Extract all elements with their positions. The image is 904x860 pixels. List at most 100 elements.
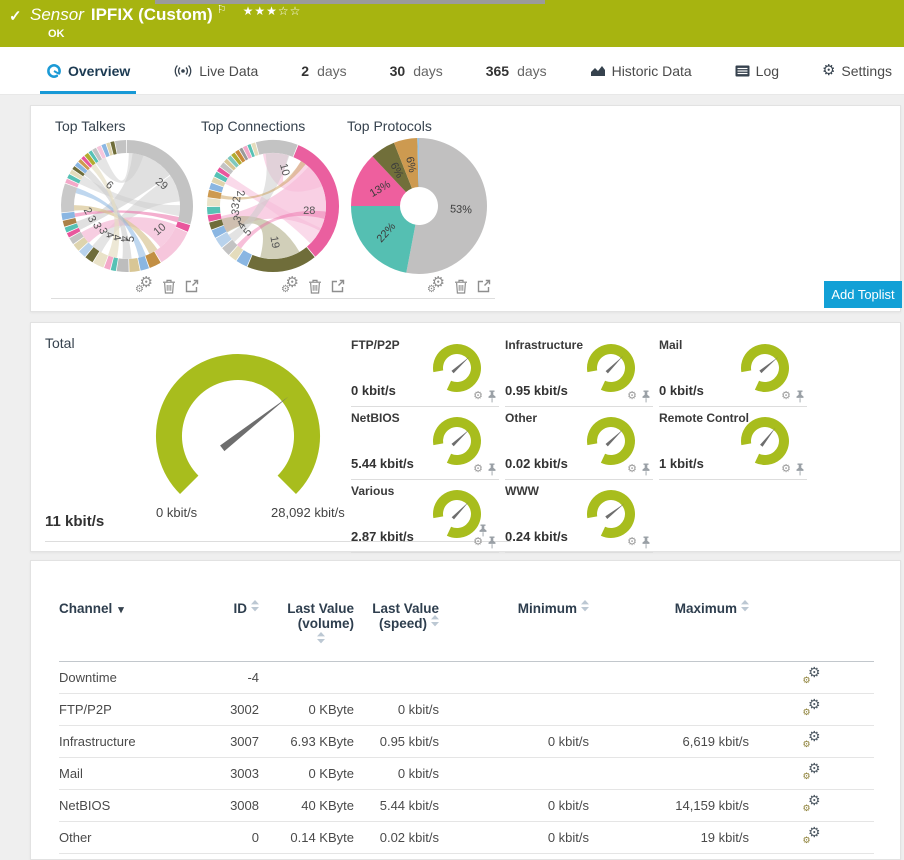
- gauge-settings-icon[interactable]: ⚙: [627, 391, 637, 402]
- channel-settings-icon[interactable]: ⚙ ⚙: [803, 761, 821, 781]
- cell-channel: Other: [59, 830, 92, 845]
- tab-log[interactable]: Log: [729, 47, 785, 94]
- toplist-settings-icon[interactable]: ⚙ ⚙: [427, 275, 445, 295]
- tab-365-days[interactable]: 365 days: [480, 47, 553, 94]
- cell-maximum: [589, 694, 749, 726]
- mini-gauge-value: 0.24 kbit/s: [505, 529, 568, 544]
- tab-label: Log: [755, 62, 780, 79]
- cell-last-value-speed: 0.02 kbit/s: [379, 830, 439, 845]
- toplist-chart[interactable]: 1028195433322: [203, 136, 343, 276]
- delete-toplist-button[interactable]: [308, 279, 322, 294]
- column-header-gear[interactable]: [749, 599, 874, 662]
- toplist-settings-icon[interactable]: ⚙ ⚙: [281, 275, 299, 295]
- column-header-last-value-speed-[interactable]: Last Value (speed): [354, 599, 439, 662]
- cell-last-value-speed: 0 kbit/s: [397, 702, 439, 717]
- channel-table-panel: Channel ▾ ID Last Value (volume) Last Value (s…: [30, 560, 901, 860]
- cell-channel: Infrastructure: [59, 734, 136, 749]
- tab-historic-data[interactable]: Historic Data: [584, 47, 698, 94]
- toplist-settings-icon[interactable]: ⚙ ⚙: [135, 275, 153, 295]
- pin-icon[interactable]: [487, 536, 497, 549]
- cell-id: 3007: [230, 734, 259, 749]
- mini-gauge-netbios: NetBIOS 5.44 kbit/s ⚙: [351, 408, 499, 480]
- cell-id: -4: [247, 670, 259, 685]
- pin-icon[interactable]: [641, 390, 651, 403]
- mini-gauge-chart: [741, 417, 789, 465]
- gauge-settings-icon[interactable]: ⚙: [473, 391, 483, 402]
- mini-gauge-remote-control: Remote Control 1 kbit/s ⚙: [659, 408, 807, 480]
- pin-icon[interactable]: [487, 463, 497, 476]
- column-header-id[interactable]: ID: [199, 599, 259, 662]
- pin-icon[interactable]: [487, 390, 497, 403]
- tab-label: Settings: [841, 62, 892, 79]
- mini-gauge-ftp-p2p: FTP/P2P 0 kbit/s ⚙: [351, 335, 499, 407]
- toplist-top-talkers: Top Talkers 29 10 6 2 3 3 3 4 4 4 5 ⚙ ⚙: [51, 114, 203, 299]
- channel-settings-icon[interactable]: ⚙ ⚙: [803, 793, 821, 813]
- mini-gauge-mail: Mail 0 kbit/s ⚙: [659, 335, 807, 407]
- gauges-panel: Total 0 kbit/s 28,092 kbit/s 11 kbit/s ⚙…: [30, 322, 901, 553]
- tab-label: days: [413, 62, 443, 79]
- gauge-settings-icon[interactable]: ⚙: [627, 537, 637, 548]
- delete-icon: [163, 279, 175, 294]
- sort-arrows-icon[interactable]: [581, 600, 589, 612]
- mini-gauge-chart: [741, 344, 789, 392]
- mini-gauge-value: 0.02 kbit/s: [505, 456, 568, 471]
- pin-icon: [642, 463, 650, 476]
- column-header-last-value-volume-[interactable]: Last Value (volume): [259, 599, 354, 662]
- total-gauge-max: 28,092 kbit/s: [271, 505, 345, 520]
- tab-overview[interactable]: Overview: [40, 47, 137, 94]
- cell-minimum: [439, 758, 589, 790]
- tab-label: Overview: [68, 62, 131, 79]
- toplist-chart[interactable]: 2910623334445: [57, 136, 197, 276]
- table-row: Other 0 0.14 KByte 0.02 kbit/s 0 kbit/s 19 kb…: [59, 822, 874, 854]
- log-icon: [735, 65, 750, 76]
- mini-gauge-title: NetBIOS: [351, 411, 400, 425]
- sort-arrows-icon[interactable]: [741, 600, 749, 612]
- gauge-settings-icon[interactable]: ⚙: [627, 464, 637, 475]
- pin-icon: [796, 463, 804, 476]
- column-label: ID: [233, 601, 248, 616]
- gauge-settings-icon[interactable]: ⚙: [781, 464, 791, 475]
- sort-arrows-icon[interactable]: [431, 615, 439, 627]
- cell-id: 3008: [230, 798, 259, 813]
- tab-settings[interactable]: ⚙ Settings: [816, 47, 898, 94]
- channel-settings-icon[interactable]: ⚙ ⚙: [803, 697, 821, 717]
- column-header-minimum[interactable]: Minimum: [439, 599, 589, 662]
- gauge-settings-icon[interactable]: ⚙: [473, 464, 483, 475]
- pin-icon[interactable]: [641, 463, 651, 476]
- cell-id: 3003: [230, 766, 259, 781]
- mini-gauge-value: 0.95 kbit/s: [505, 383, 568, 398]
- pin-icon[interactable]: [641, 536, 651, 549]
- column-label: Minimum: [517, 601, 577, 616]
- mini-gauge-chart: [587, 417, 635, 465]
- delete-toplist-button[interactable]: [454, 279, 468, 294]
- pin-icon[interactable]: [795, 390, 805, 403]
- delete-toplist-button[interactable]: [162, 279, 176, 294]
- priority-stars[interactable]: ★★★☆☆: [243, 4, 302, 18]
- channel-settings-icon[interactable]: ⚙ ⚙: [803, 729, 821, 749]
- pin-icon: [488, 390, 496, 403]
- flag-icon[interactable]: ⚐: [217, 3, 227, 16]
- sort-arrows-icon[interactable]: [251, 600, 259, 612]
- column-header-channel[interactable]: Channel ▾: [59, 599, 199, 662]
- status-badge: OK: [48, 28, 65, 40]
- tab-live-data[interactable]: Live Data: [167, 47, 264, 94]
- column-header-maximum[interactable]: Maximum: [589, 599, 749, 662]
- live-data-icon: [174, 64, 192, 77]
- cell-minimum: [439, 694, 589, 726]
- cell-last-value-volume: 40 KByte: [301, 798, 354, 813]
- open-toplist-button[interactable]: [477, 279, 491, 293]
- table-row: Downtime -4 ⚙ ⚙: [59, 662, 874, 694]
- gauge-settings-icon[interactable]: ⚙: [781, 391, 791, 402]
- toplist-chart[interactable]: 53%22%13%6%6%: [349, 136, 489, 276]
- add-toplist-button[interactable]: Add Toplist: [824, 281, 902, 308]
- channel-settings-icon[interactable]: ⚙ ⚙: [803, 825, 821, 845]
- pin-icon[interactable]: [795, 463, 805, 476]
- mini-gauge-value: 0 kbit/s: [659, 383, 704, 398]
- channel-settings-icon[interactable]: ⚙ ⚙: [803, 665, 821, 685]
- tab-2-days[interactable]: 2 days: [295, 47, 352, 94]
- cell-last-value-volume: 0 KByte: [308, 702, 354, 717]
- gauge-settings-icon[interactable]: ⚙: [473, 537, 483, 548]
- tab-30-days[interactable]: 30 days: [384, 47, 449, 94]
- tab-number: 2: [301, 62, 310, 79]
- sort-arrows-icon[interactable]: [316, 632, 325, 644]
